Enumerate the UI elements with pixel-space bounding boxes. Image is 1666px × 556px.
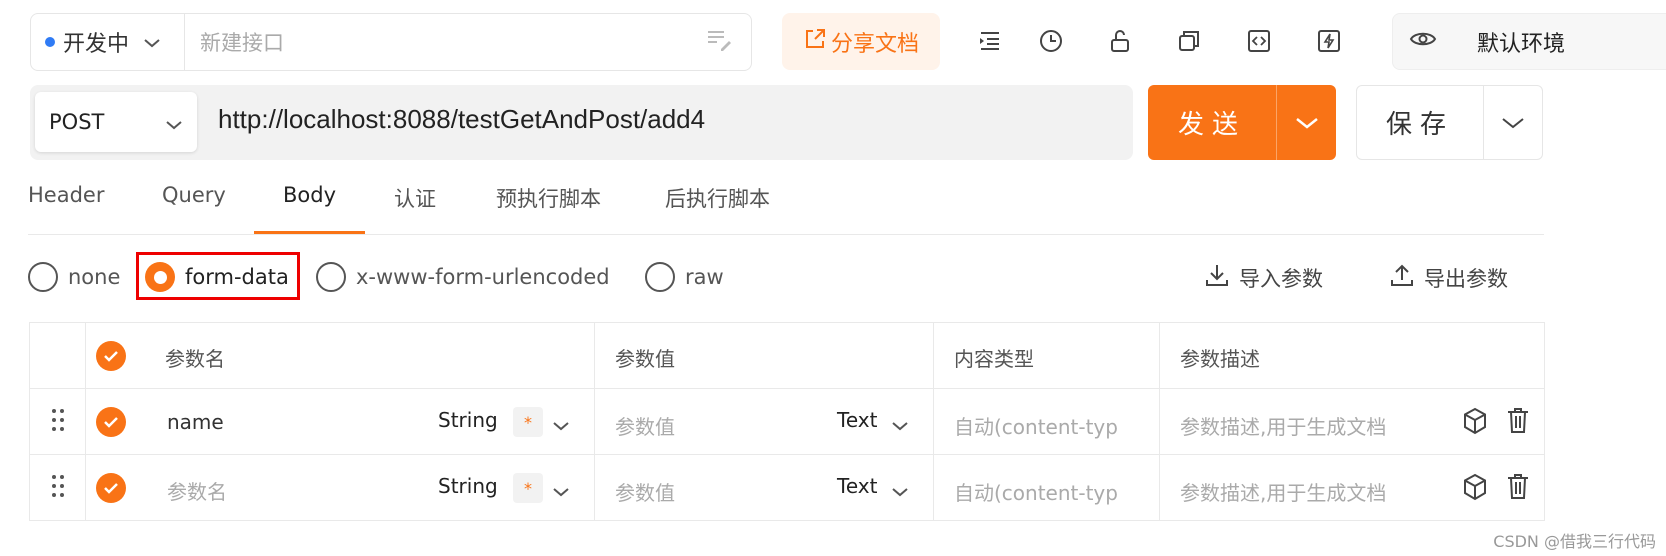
environment-select[interactable]: 默认环境 (1392, 13, 1666, 70)
method-select[interactable]: POST (35, 92, 197, 152)
header-param-name: 参数名 (165, 347, 225, 371)
status-label: 开发中 (63, 32, 130, 57)
chevron-down-icon[interactable] (552, 479, 570, 503)
eye-icon[interactable] (1409, 29, 1437, 55)
radio-x-www-form-urlencoded[interactable]: x-www-form-urlencoded (316, 262, 610, 292)
chevron-down-icon (165, 112, 183, 136)
header-param-desc: 参数描述 (1180, 347, 1260, 371)
send-label: 发送 (1177, 110, 1246, 140)
export-params-label: 导出参数 (1424, 266, 1508, 291)
required-toggle[interactable]: * (513, 473, 543, 503)
radio-circle[interactable] (28, 262, 58, 292)
trash-icon[interactable] (1506, 472, 1530, 505)
save-label: 保存 (1385, 110, 1454, 140)
param-name-input[interactable]: name (167, 410, 224, 434)
radio-label-none: none (68, 265, 121, 289)
param-value-input[interactable]: 参数值 (615, 411, 675, 440)
row-checkbox[interactable] (96, 473, 126, 503)
chevron-down-icon[interactable] (891, 479, 909, 503)
params-table: 参数名 参数值 内容类型 参数描述 name String * 参数值 Text (29, 322, 1545, 521)
radio-none[interactable]: none (28, 262, 120, 292)
trash-icon[interactable] (1506, 406, 1530, 439)
radio-circle[interactable] (645, 262, 675, 292)
value-type-select[interactable]: Text (837, 474, 877, 498)
tab-auth[interactable]: 认证 (394, 183, 436, 213)
content-type-input[interactable]: 自动(content-typ (954, 411, 1118, 440)
cube-icon[interactable] (1462, 473, 1488, 506)
tab-query[interactable]: Query (162, 183, 226, 207)
share-icon (803, 27, 827, 57)
required-toggle[interactable]: * (513, 407, 543, 437)
method-label: POST (49, 110, 105, 134)
radio-raw[interactable]: raw (645, 262, 724, 292)
radio-label-urlencoded: x-www-form-urlencoded (356, 265, 610, 289)
unlock-icon[interactable] (1105, 26, 1135, 56)
table-header-row: 参数名 参数值 内容类型 参数描述 (29, 322, 1545, 389)
param-name-input[interactable]: 参数名 (167, 476, 227, 505)
send-button[interactable]: 发送 (1148, 85, 1336, 160)
annotation-highlight-box (136, 252, 300, 300)
param-type-select[interactable]: String (438, 474, 498, 498)
header-param-value: 参数值 (615, 347, 675, 371)
interface-name-placeholder: 新建接口 (200, 31, 284, 55)
copy-icon[interactable] (1174, 26, 1204, 56)
import-params-button[interactable]: 导入参数 (1205, 262, 1323, 293)
export-params-button[interactable]: 导出参数 (1390, 262, 1508, 293)
row-checkbox[interactable] (96, 407, 126, 437)
param-type-select[interactable]: String (438, 408, 498, 432)
param-value-input[interactable]: 参数值 (615, 477, 675, 506)
chevron-down-icon (143, 30, 161, 55)
save-button[interactable]: 保存 (1356, 85, 1543, 160)
content-type-input[interactable]: 自动(content-typ (954, 477, 1118, 506)
status-dot (45, 37, 55, 47)
status-select[interactable]: 开发中 (30, 13, 185, 71)
code-icon[interactable] (1244, 26, 1274, 56)
tab-post-script[interactable]: 后执行脚本 (665, 183, 770, 213)
select-all-checkbox[interactable] (96, 341, 126, 371)
outline-icon[interactable] (975, 26, 1005, 56)
chevron-down-icon[interactable] (552, 413, 570, 437)
radio-circle[interactable] (316, 262, 346, 292)
send-dropdown-chevron-icon[interactable] (1277, 116, 1336, 130)
value-type-select[interactable]: Text (837, 408, 877, 432)
active-tab-indicator (254, 231, 365, 234)
tab-body[interactable]: Body (283, 183, 336, 207)
table-row: name String * 参数值 Text 自动(content-typ 参数… (29, 388, 1545, 455)
flash-icon[interactable] (1314, 26, 1344, 56)
cube-icon[interactable] (1462, 407, 1488, 440)
tab-pre-script[interactable]: 预执行脚本 (496, 183, 601, 213)
request-tabs: Header Query Body 认证 预执行脚本 后执行脚本 (28, 175, 1544, 235)
import-params-label: 导入参数 (1239, 266, 1323, 291)
drag-handle-icon[interactable] (50, 473, 66, 504)
interface-name-input[interactable]: 新建接口 (184, 13, 752, 71)
watermark: CSDN @借我三行代码 (1493, 532, 1656, 551)
edit-note-icon[interactable] (705, 26, 733, 59)
history-icon[interactable] (1036, 26, 1066, 56)
tab-header[interactable]: Header (28, 183, 104, 207)
environment-label: 默认环境 (1477, 31, 1566, 57)
save-dropdown-chevron-icon[interactable] (1484, 116, 1542, 130)
chevron-down-icon[interactable] (891, 413, 909, 437)
download-icon (1205, 262, 1229, 293)
param-desc-input[interactable]: 参数描述,用于生成文档 (1180, 477, 1386, 506)
radio-label-raw: raw (685, 265, 724, 289)
share-doc-label: 分享文档 (830, 31, 919, 57)
upload-icon (1390, 262, 1414, 293)
url-input[interactable]: http://localhost:8088/testGetAndPost/add… (218, 104, 705, 135)
header-content-type: 内容类型 (954, 347, 1034, 371)
param-desc-input[interactable]: 参数描述,用于生成文档 (1180, 411, 1386, 440)
drag-handle-icon[interactable] (50, 407, 66, 438)
share-doc-button[interactable]: 分享文档 (782, 13, 940, 70)
table-row: 参数名 String * 参数值 Text 自动(content-typ 参数描… (29, 454, 1545, 521)
